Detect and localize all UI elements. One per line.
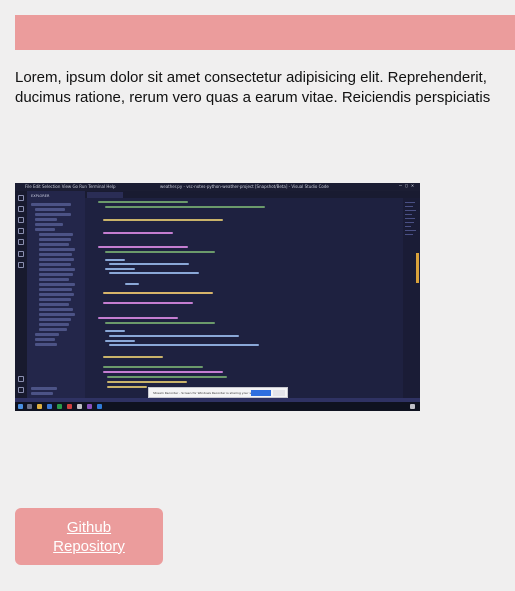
editor-scrollbar (416, 253, 419, 283)
notification-icon (410, 404, 415, 409)
remote-icon (18, 262, 24, 268)
explorer-header: EXPLORER (31, 194, 50, 198)
files-icon (18, 195, 24, 201)
app-icon (57, 404, 62, 409)
intro-paragraph: Lorem, ipsum dolor sit amet consectetur … (15, 68, 515, 108)
intro-line-1: Lorem, ipsum dolor sit amet consectetur … (15, 69, 487, 86)
vscode-window-title: weather.py - vsc-notes-python-weather-pr… (160, 184, 329, 189)
windows-taskbar (15, 402, 420, 411)
search-icon (18, 206, 24, 212)
vscode-tabs (85, 191, 420, 198)
app-icon (77, 404, 82, 409)
toast-secondary-button (273, 390, 285, 396)
debug-icon (18, 228, 24, 234)
edge-icon (47, 404, 52, 409)
vscode-icon (97, 404, 102, 409)
vscode-titlebar: File Edit Selection View Go Run Terminal… (15, 183, 420, 191)
github-repository-button[interactable]: Github Repository (15, 508, 163, 565)
screen-sharing-toast: Stream Recorder - Screen for Windows Rec… (148, 387, 288, 398)
toast-message: Stream Recorder - Screen for Windows Rec… (153, 391, 261, 395)
testing-icon (18, 251, 24, 257)
project-screenshot: File Edit Selection View Go Run Terminal… (15, 183, 420, 411)
header-banner (15, 15, 515, 50)
vscode-menu: File Edit Selection View Go Run Terminal… (25, 184, 116, 189)
search-taskbar-icon (27, 404, 32, 409)
app-icon (87, 404, 92, 409)
folder-icon (37, 404, 42, 409)
source-control-icon (18, 217, 24, 223)
window-controls-icon: – ▢ ✕ (398, 183, 414, 189)
gear-icon (18, 387, 24, 393)
toast-primary-button (251, 390, 271, 396)
vscode-activity-bar (15, 191, 27, 398)
app-icon (67, 404, 72, 409)
intro-line-2: ducimus ratione, rerum vero quas a earum… (15, 89, 491, 106)
vscode-editor (85, 198, 405, 398)
vscode-minimap (403, 198, 420, 398)
extensions-icon (18, 239, 24, 245)
vscode-explorer: EXPLORER (27, 191, 85, 398)
account-icon (18, 376, 24, 382)
github-repository-label[interactable]: Github Repository (34, 518, 144, 556)
start-icon (18, 404, 23, 409)
line-numbers (85, 198, 97, 398)
